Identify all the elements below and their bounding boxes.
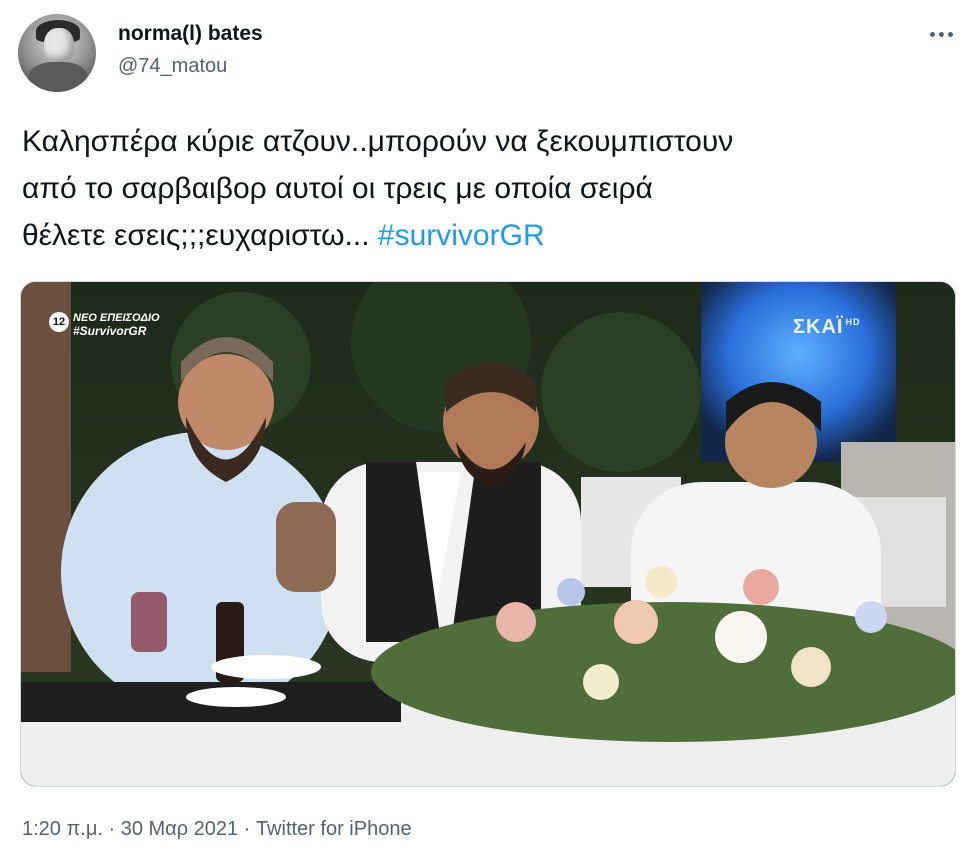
tweet-text-line: Καλησπέρα κύριε ατζουν..μπορούν να ξεκου… — [22, 125, 734, 158]
wine-glass — [131, 592, 167, 652]
tweet-time[interactable]: 1:20 π.μ. — [22, 818, 103, 840]
tweet-source[interactable]: Twitter for iPhone — [256, 818, 412, 840]
person-middle-arm — [276, 502, 336, 592]
channel-logo: ΣΚΑΪ HD — [793, 316, 860, 339]
more-dot — [938, 31, 944, 37]
flower — [614, 600, 658, 644]
tweet-text: Καλησπέρα κύριε ατζουν..μπορούν να ξεκου… — [22, 118, 952, 259]
episode-overlay-line2: #SurvivorGR — [73, 324, 147, 338]
channel-logo-hd: HD — [845, 317, 861, 328]
avatar[interactable] — [18, 14, 96, 92]
user-handle[interactable]: @74_matou — [118, 55, 227, 78]
tweet-date[interactable]: 30 Μαρ 2021 — [121, 818, 238, 840]
flower — [645, 566, 677, 598]
left-post — [21, 282, 71, 672]
flower — [557, 578, 585, 606]
media-scene — [21, 282, 955, 786]
tweet-text-line: θέλετε εσεις;;;ευχαριστω... #survivorGR — [22, 212, 952, 259]
separator: · — [238, 818, 256, 840]
tweet-text-line: από το σαρβαιβορ αυτοί οι τρεις με οποία… — [22, 172, 653, 205]
episode-overlay: ΝΕΟ ΕΠΕΙΣΟΔΙΟ #SurvivorGR — [73, 312, 160, 338]
hashtag-link[interactable]: #survivorGR — [378, 219, 545, 252]
separator: · — [102, 818, 121, 840]
tweet: norma(l) bates @74_matou Καλησπέρα κύριε… — [0, 0, 980, 857]
more-horizontal-icon[interactable] — [926, 22, 956, 46]
age-rating-badge: 12 — [49, 312, 69, 332]
tweet-text-line-content: θέλετε εσεις;;;ευχαριστω... — [22, 219, 370, 252]
tweet-footer: 1:20 π.μ. · 30 Μαρ 2021 · Twitter for iP… — [22, 818, 412, 841]
avatar-face — [44, 28, 74, 62]
flower — [715, 611, 767, 663]
avatar-body — [28, 62, 88, 92]
flower — [791, 647, 831, 687]
tweet-media-image[interactable]: 12 ΝΕΟ ΕΠΕΙΣΟΔΙΟ #SurvivorGR ΣΚΑΪ HD — [20, 281, 956, 787]
channel-logo-text: ΣΚΑΪ — [793, 316, 844, 338]
flower — [583, 664, 619, 700]
flower — [496, 602, 536, 642]
flower — [855, 601, 887, 633]
plate — [186, 687, 286, 707]
flower — [743, 569, 779, 605]
display-name[interactable]: norma(l) bates — [118, 22, 263, 46]
plate — [211, 655, 321, 679]
leaves — [541, 312, 701, 472]
more-dot — [947, 31, 953, 37]
more-dot — [929, 31, 935, 37]
